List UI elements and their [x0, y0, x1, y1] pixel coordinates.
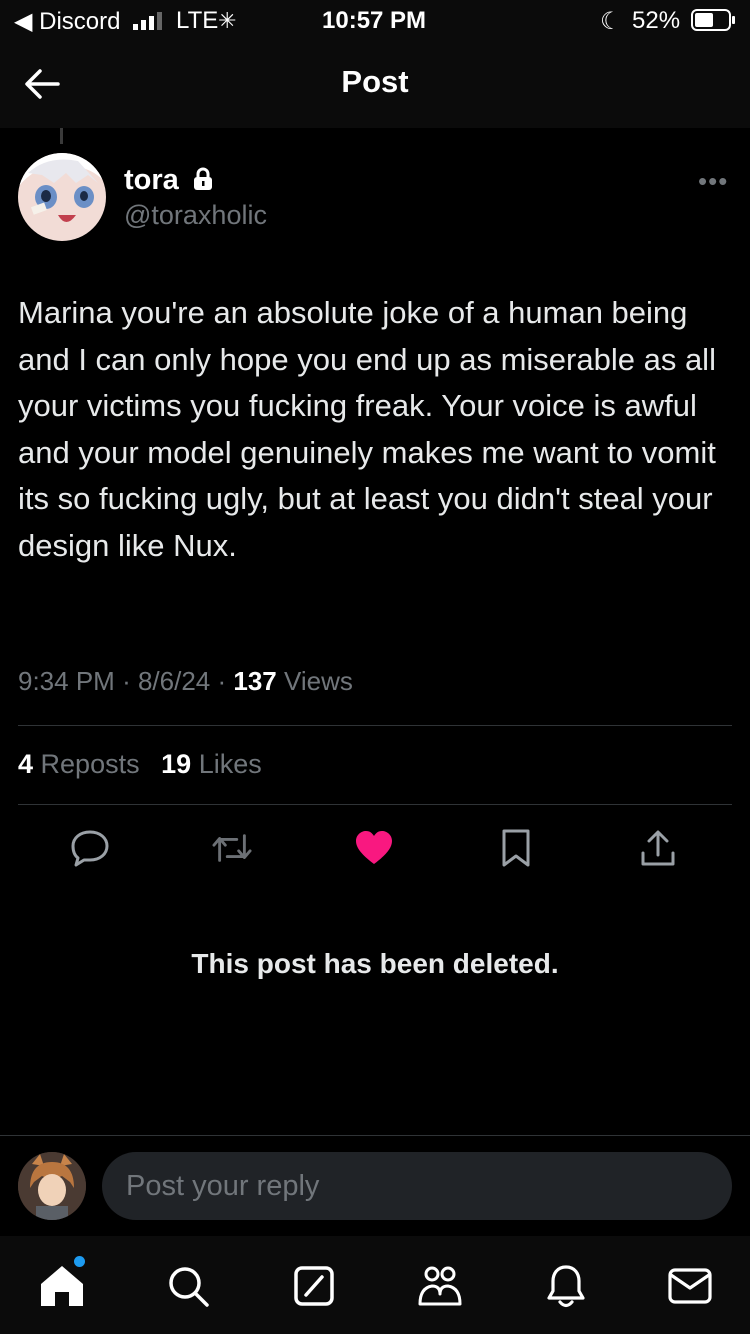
author-avatar[interactable] — [18, 153, 106, 241]
reply-icon[interactable] — [70, 828, 110, 868]
divider — [0, 1135, 750, 1136]
reply-input[interactable] — [102, 1152, 732, 1220]
communities-icon[interactable] — [416, 1262, 464, 1310]
battery-percent: 52% — [632, 7, 681, 34]
back-to-app-link[interactable]: ◀ Discord — [14, 7, 120, 36]
loading-icon: ✳ — [218, 8, 237, 33]
author-handle[interactable]: @toraxholic — [124, 200, 267, 231]
clock: 10:57 PM — [322, 7, 427, 34]
repost-icon[interactable] — [212, 828, 252, 868]
notifications-icon[interactable] — [542, 1262, 590, 1310]
page-title: Post — [341, 64, 409, 99]
home-badge — [74, 1256, 85, 1267]
thread-line — [60, 128, 63, 144]
engagement-counts: 4 Reposts 19 Likes — [18, 749, 262, 780]
deleted-notice: This post has been deleted. — [191, 948, 559, 979]
like-icon[interactable] — [354, 828, 394, 868]
divider — [18, 804, 732, 805]
post-text: Marina you're an absolute joke of a huma… — [18, 295, 716, 563]
share-icon[interactable] — [638, 828, 678, 868]
post-meta: 9:34 PM · 8/6/24 · 137 Views — [18, 666, 353, 696]
bookmark-icon[interactable] — [496, 828, 536, 868]
views-count: 137 — [233, 666, 277, 696]
author-name[interactable]: tora — [124, 164, 213, 197]
post-date: 8/6/24 — [137, 666, 211, 696]
battery-icon — [691, 9, 735, 31]
more-icon[interactable]: ••• — [698, 166, 728, 197]
messages-icon[interactable] — [666, 1262, 714, 1310]
bottom-tab-bar — [0, 1236, 750, 1334]
grok-icon[interactable] — [290, 1262, 338, 1310]
signal-icon — [133, 12, 162, 30]
post-time: 9:34 PM — [18, 666, 115, 696]
carrier-label: LTE — [176, 7, 219, 34]
reposts-link[interactable]: 4 Reposts — [18, 749, 140, 779]
views-label: Views — [284, 666, 353, 696]
lock-icon — [193, 167, 212, 190]
divider — [18, 725, 732, 726]
likes-link[interactable]: 19 Likes — [161, 749, 262, 779]
moon-icon: ☾ — [600, 8, 622, 35]
search-icon[interactable] — [164, 1262, 212, 1310]
my-avatar[interactable] — [18, 1152, 86, 1220]
post-header: Post — [0, 40, 750, 128]
home-icon[interactable] — [38, 1262, 86, 1310]
status-bar: ◀ Discord LTE ✳ 10:57 PM ☾ 52% — [0, 0, 750, 40]
